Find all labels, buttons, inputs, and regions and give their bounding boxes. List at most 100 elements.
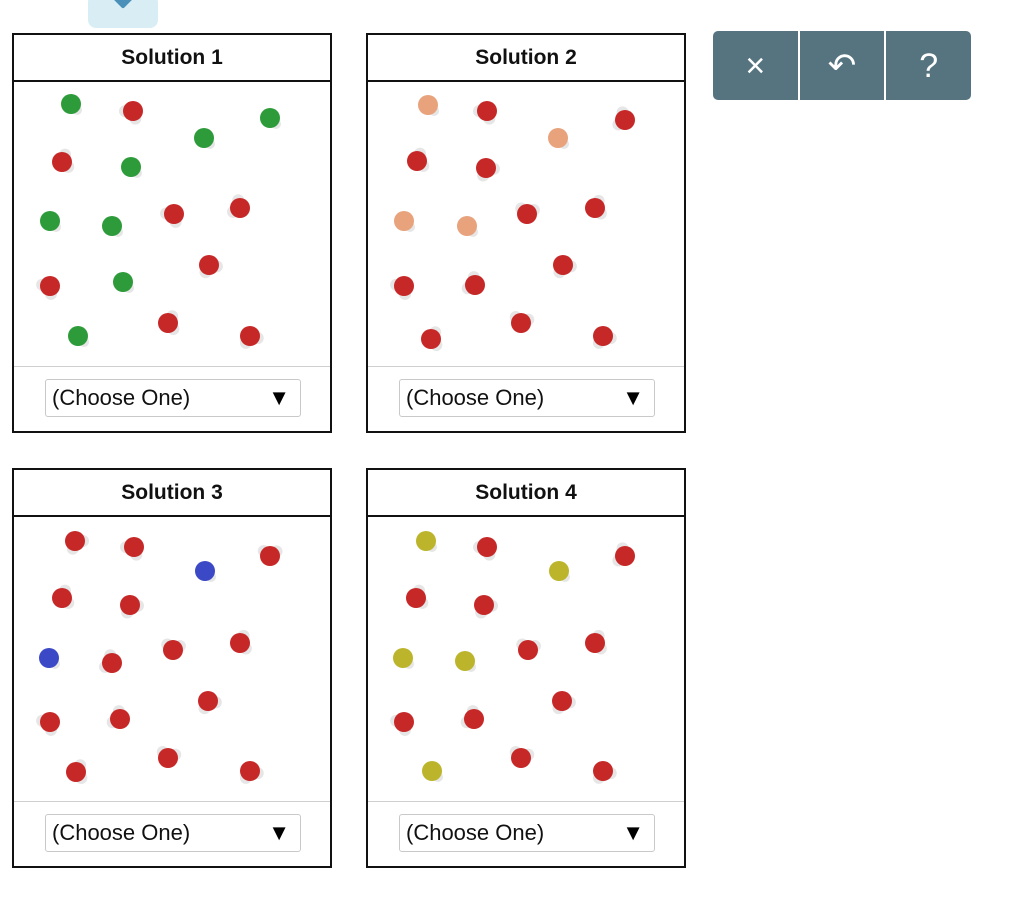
- water-molecule: [585, 198, 605, 218]
- solute-particle: [102, 216, 122, 236]
- water-molecule: [102, 653, 122, 673]
- water-molecule: [260, 546, 280, 566]
- solute-particle: [549, 561, 569, 581]
- solute-particle: [418, 95, 438, 115]
- panel-footer: (Choose One) ▼: [14, 801, 330, 866]
- solution-panel-1: Solution 1 (Choose One) ▼: [12, 33, 332, 433]
- water-molecule: [230, 198, 250, 218]
- water-molecule: [124, 537, 144, 557]
- water-molecule: [615, 546, 635, 566]
- water-molecule: [552, 691, 572, 711]
- solution-2-dropdown[interactable]: (Choose One) ▼: [399, 379, 655, 417]
- solute-particle: [548, 128, 568, 148]
- water-molecule: [518, 640, 538, 660]
- water-molecule: [465, 275, 485, 295]
- water-molecule: [52, 152, 72, 172]
- water-molecule: [593, 761, 613, 781]
- panel-title: Solution 4: [368, 470, 684, 517]
- dropdown-arrow-icon: ▼: [622, 820, 644, 845]
- top-tab[interactable]: [88, 0, 158, 28]
- solution-1-dropdown[interactable]: (Choose One) ▼: [45, 379, 301, 417]
- water-molecule: [406, 588, 426, 608]
- solution-3-dropdown[interactable]: (Choose One) ▼: [45, 814, 301, 852]
- water-molecule: [230, 633, 250, 653]
- molecule-view: [368, 517, 684, 806]
- solution-panel-2: Solution 2 (Choose One) ▼: [366, 33, 686, 433]
- panel-footer: (Choose One) ▼: [368, 366, 684, 431]
- diamond-icon: [113, 0, 133, 9]
- dropdown-arrow-icon: ▼: [622, 385, 644, 410]
- water-molecule: [240, 761, 260, 781]
- solute-particle: [457, 216, 477, 236]
- water-molecule: [158, 313, 178, 333]
- dropdown-value: (Choose One): [406, 820, 545, 845]
- solution-panel-4: Solution 4 (Choose One) ▼: [366, 468, 686, 868]
- molecule-view: [14, 517, 330, 806]
- panel-footer: (Choose One) ▼: [368, 801, 684, 866]
- water-molecule: [199, 255, 219, 275]
- dropdown-value: (Choose One): [406, 385, 545, 410]
- solute-particle: [394, 211, 414, 231]
- water-molecule: [198, 691, 218, 711]
- water-molecule: [477, 101, 497, 121]
- molecule-view: [368, 82, 684, 371]
- close-button[interactable]: ×: [713, 31, 798, 100]
- water-molecule: [40, 712, 60, 732]
- solute-particle: [422, 761, 442, 781]
- close-icon: ×: [745, 46, 766, 85]
- solute-particle: [40, 211, 60, 231]
- water-molecule: [477, 537, 497, 557]
- solute-particle: [113, 272, 133, 292]
- water-molecule: [585, 633, 605, 653]
- water-molecule: [110, 709, 130, 729]
- solute-particle: [393, 648, 413, 668]
- water-molecule: [593, 326, 613, 346]
- water-molecule: [40, 276, 60, 296]
- solution-panel-3: Solution 3 (Choose One) ▼: [12, 468, 332, 868]
- dropdown-arrow-icon: ▼: [268, 820, 290, 845]
- solute-particle: [416, 531, 436, 551]
- water-molecule: [123, 101, 143, 121]
- water-molecule: [394, 712, 414, 732]
- molecule-canvas: [390, 531, 635, 784]
- solute-particle: [455, 651, 475, 671]
- solute-particle: [61, 94, 81, 114]
- molecule-canvas: [390, 95, 635, 351]
- dropdown-value: (Choose One): [52, 385, 191, 410]
- action-toolbar: × ↶ ?: [713, 31, 971, 100]
- undo-button[interactable]: ↶: [797, 31, 885, 100]
- solute-particle: [68, 326, 88, 346]
- water-molecule: [511, 748, 531, 768]
- water-molecule: [164, 204, 184, 224]
- water-molecule: [476, 158, 496, 178]
- water-molecule: [158, 748, 178, 768]
- panel-footer: (Choose One) ▼: [14, 366, 330, 431]
- water-molecule: [511, 313, 531, 333]
- panel-title: Solution 3: [14, 470, 330, 517]
- solute-particle: [121, 157, 141, 177]
- water-molecule: [421, 329, 441, 349]
- water-molecule: [464, 709, 484, 729]
- water-molecule: [66, 762, 86, 782]
- water-molecule: [407, 151, 427, 171]
- help-button[interactable]: ?: [884, 31, 971, 100]
- molecule-canvas: [36, 531, 283, 784]
- solute-particle: [195, 561, 215, 581]
- water-molecule: [394, 276, 414, 296]
- dropdown-arrow-icon: ▼: [268, 385, 290, 410]
- solute-particle: [194, 128, 214, 148]
- dropdown-value: (Choose One): [52, 820, 191, 845]
- molecule-canvas: [36, 94, 281, 349]
- molecule-view: [14, 82, 330, 371]
- water-molecule: [65, 531, 85, 551]
- solution-4-dropdown[interactable]: (Choose One) ▼: [399, 814, 655, 852]
- water-molecule: [517, 204, 537, 224]
- water-molecule: [615, 110, 635, 130]
- panel-title: Solution 1: [14, 35, 330, 82]
- water-molecule: [240, 326, 260, 346]
- water-molecule: [52, 588, 72, 608]
- water-molecule: [553, 255, 573, 275]
- water-molecule: [120, 595, 140, 615]
- help-icon: ?: [919, 46, 939, 85]
- solute-particle: [260, 108, 280, 128]
